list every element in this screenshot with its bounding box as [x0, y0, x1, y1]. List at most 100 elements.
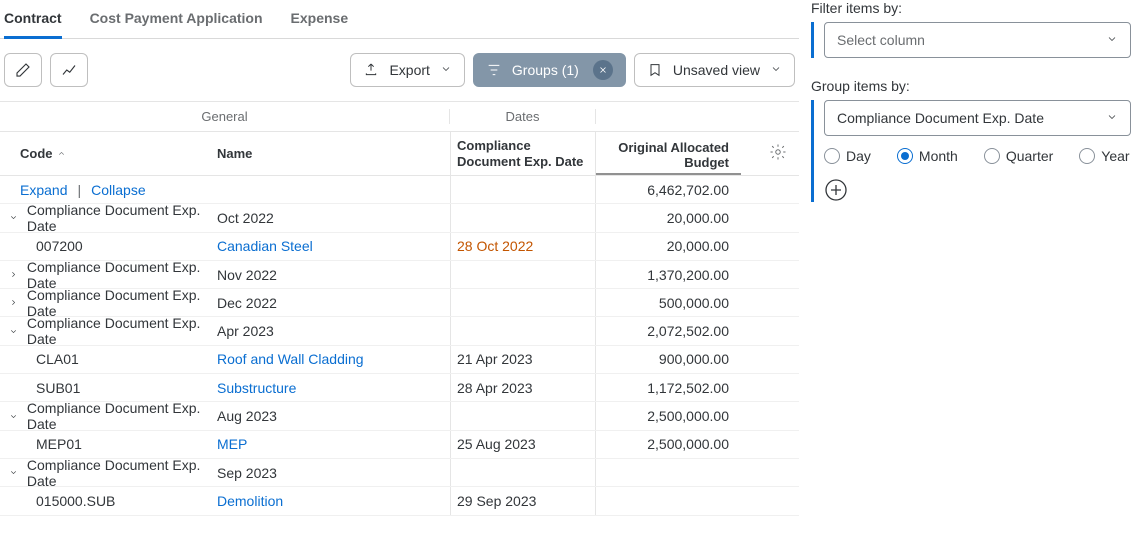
group-row: Compliance Document Exp. DateNov 2022 1,3… — [0, 261, 799, 289]
chevron-down-icon — [770, 62, 782, 78]
radio-quarter[interactable]: Quarter — [984, 148, 1053, 164]
cell-code: MEP01 — [0, 436, 215, 452]
groups-button[interactable]: Groups (1) — [473, 53, 626, 87]
radio-label: Year — [1101, 148, 1129, 164]
cell-date: 29 Sep 2023 — [450, 487, 596, 514]
group-toggle[interactable]: Compliance Document Exp. Date — [0, 315, 215, 347]
data-grid: General Dates Code Name Compliance Docum… — [0, 101, 799, 541]
side-panel: Filter items by: Select column Group ite… — [799, 0, 1139, 541]
unsaved-view-button[interactable]: Unsaved view — [634, 53, 795, 87]
group-month: Nov 2022 — [215, 267, 450, 283]
table-row: 007200Canadian Steel 28 Oct 202220,000.00 — [0, 233, 799, 261]
table-row: SUB01Substructure 28 Apr 20231,172,502.00 — [0, 374, 799, 402]
gear-icon[interactable] — [769, 143, 787, 164]
expand-all-link[interactable]: Expand — [20, 182, 67, 198]
chevron-down-icon — [8, 412, 19, 421]
filter-placeholder: Select column — [837, 32, 925, 48]
total-budget: 6,462,702.00 — [596, 182, 741, 198]
group-budget: 1,370,200.00 — [596, 267, 741, 283]
cell-code: 007200 — [0, 238, 215, 254]
cell-code: SUB01 — [0, 380, 215, 396]
radio-circle — [897, 148, 913, 164]
group-month: Aug 2023 — [215, 408, 450, 424]
export-button[interactable]: Export — [350, 53, 464, 87]
group-toggle[interactable]: Compliance Document Exp. Date — [0, 287, 215, 319]
chevron-down-icon — [8, 213, 19, 222]
group-row: Compliance Document Exp. DateSep 2023 — [0, 459, 799, 487]
group-row: Compliance Document Exp. DateApr 20232,0… — [0, 317, 799, 345]
chevron-right-icon — [8, 270, 19, 279]
radio-circle — [984, 148, 1000, 164]
cell-budget: 1,172,502.00 — [596, 380, 741, 396]
unsaved-view-label: Unsaved view — [673, 62, 760, 78]
group-month: Apr 2023 — [215, 323, 450, 339]
radio-label: Month — [919, 148, 958, 164]
chart-button[interactable] — [50, 53, 88, 87]
group-month: Sep 2023 — [215, 465, 450, 481]
edit-button[interactable] — [4, 53, 42, 87]
column-header-compliance-date[interactable]: Compliance Document Exp. Date — [450, 132, 596, 175]
chevron-down-icon — [1106, 110, 1118, 126]
radio-label: Quarter — [1006, 148, 1053, 164]
group-toggle[interactable]: Compliance Document Exp. Date — [0, 457, 215, 489]
group-column-select[interactable]: Compliance Document Exp. Date — [824, 100, 1131, 136]
chevron-right-icon — [8, 298, 19, 307]
group-toggle[interactable]: Compliance Document Exp. Date — [0, 202, 215, 234]
group-budget: 2,500,000.00 — [596, 408, 741, 424]
cell-name-link[interactable]: Roof and Wall Cladding — [217, 351, 364, 367]
chevron-down-icon — [1106, 32, 1118, 48]
cell-date: 21 Apr 2023 — [450, 346, 596, 373]
group-field-label: Compliance Document Exp. Date — [27, 202, 215, 234]
radio-year[interactable]: Year — [1079, 148, 1129, 164]
group-field-label: Compliance Document Exp. Date — [27, 287, 215, 319]
radio-month[interactable]: Month — [897, 148, 958, 164]
toolbar: Export Groups (1) Unsaved view — [0, 39, 799, 101]
filter-label: Filter items by: — [811, 0, 1131, 16]
collapse-all-link[interactable]: Collapse — [91, 182, 145, 198]
column-group-general: General — [0, 109, 450, 124]
group-field-label: Compliance Document Exp. Date — [27, 259, 215, 291]
group-field-label: Compliance Document Exp. Date — [27, 457, 215, 489]
cell-name-link[interactable]: Substructure — [217, 380, 296, 396]
tab-bar: Contract Cost Payment Application Expense — [0, 0, 799, 39]
cell-name-link[interactable]: MEP — [217, 436, 247, 452]
tab-contract[interactable]: Contract — [4, 4, 62, 39]
group-row: Compliance Document Exp. DateAug 2023 2,5… — [0, 402, 799, 430]
cell-date: 28 Apr 2023 — [450, 374, 596, 401]
group-toggle[interactable]: Compliance Document Exp. Date — [0, 259, 215, 291]
expand-collapse-row: Expand | Collapse 6,462,702.00 — [0, 176, 799, 204]
chevron-down-icon — [8, 468, 19, 477]
group-field-label: Compliance Document Exp. Date — [27, 400, 215, 432]
table-row: 015000.SUBDemolition 29 Sep 2023 — [0, 487, 799, 515]
cell-budget: 900,000.00 — [596, 351, 741, 367]
cell-date: 25 Aug 2023 — [450, 431, 596, 458]
cell-budget: 20,000.00 — [596, 238, 741, 254]
export-label: Export — [389, 62, 429, 78]
cell-name-link[interactable]: Canadian Steel — [217, 238, 313, 254]
group-toggle[interactable]: Compliance Document Exp. Date — [0, 400, 215, 432]
cell-code: 015000.SUB — [0, 493, 215, 509]
cell-code: CLA01 — [0, 351, 215, 367]
clear-groups-button[interactable] — [593, 60, 613, 80]
tab-expense[interactable]: Expense — [291, 4, 349, 38]
column-header-code[interactable]: Code — [0, 146, 215, 161]
filter-column-select[interactable]: Select column — [824, 22, 1131, 58]
tab-cost-payment-application[interactable]: Cost Payment Application — [90, 4, 263, 38]
radio-day[interactable]: Day — [824, 148, 871, 164]
group-row: Compliance Document Exp. DateDec 2022500… — [0, 289, 799, 317]
table-row: MEP01MEP 25 Aug 20232,500,000.00 — [0, 431, 799, 459]
radio-circle — [824, 148, 840, 164]
radio-label: Day — [846, 148, 871, 164]
table-row: CLA01Roof and Wall Cladding 21 Apr 202390… — [0, 346, 799, 374]
column-header-name[interactable]: Name — [215, 146, 450, 161]
column-header-budget[interactable]: Original Allocated Budget — [596, 132, 741, 175]
group-label: Group items by: — [811, 78, 1131, 94]
column-group-dates: Dates — [450, 109, 596, 124]
cell-budget: 2,500,000.00 — [596, 436, 741, 452]
cell-date: 28 Oct 2022 — [450, 233, 596, 260]
group-field-label: Compliance Document Exp. Date — [27, 315, 215, 347]
cell-name-link[interactable]: Demolition — [217, 493, 283, 509]
group-month: Dec 2022 — [215, 295, 450, 311]
group-value: Compliance Document Exp. Date — [837, 110, 1044, 126]
add-group-button[interactable] — [824, 178, 848, 202]
